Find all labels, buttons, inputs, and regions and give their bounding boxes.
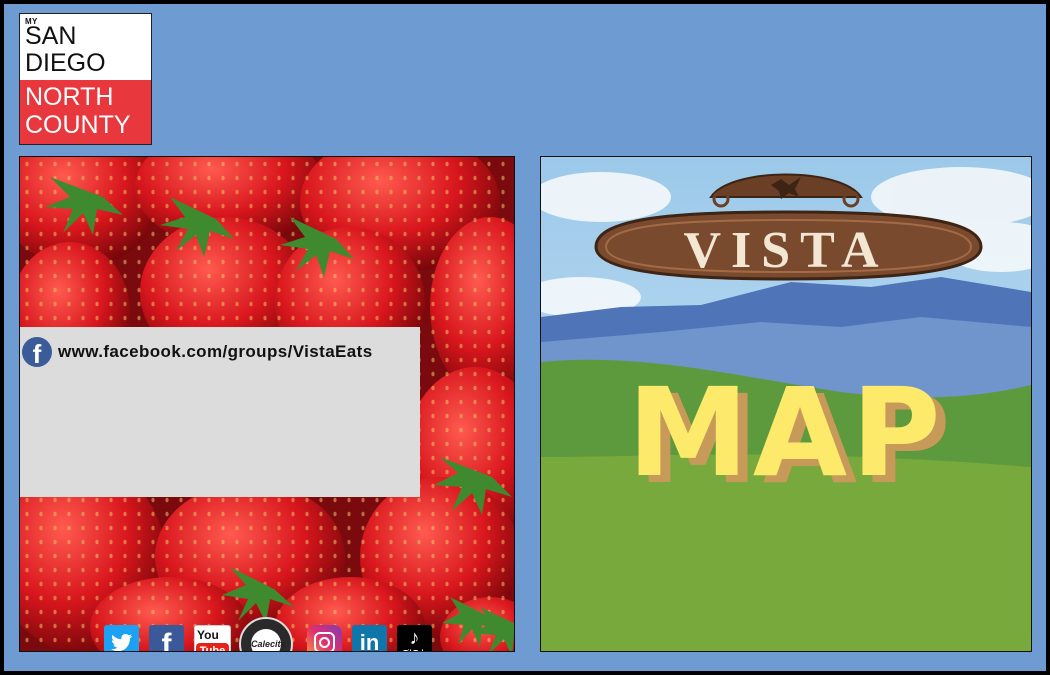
linkedin-icon[interactable]: in: [352, 625, 387, 651]
strawberry-panel: f www.facebook.com/groups/VistaEats f Yo…: [19, 156, 515, 652]
tiktok-icon[interactable]: ♪ TikTok: [397, 625, 432, 651]
twitter-icon[interactable]: [104, 625, 139, 651]
logo-san-text: SAN: [25, 22, 77, 50]
logo-diego-text: DIEGO: [25, 49, 106, 77]
logo-county-text: COUNTY: [25, 111, 131, 139]
my-san-diego-north-county-logo: MY SAN DIEGO NORTH COUNTY: [19, 13, 152, 145]
facebook-info-box: f www.facebook.com/groups/VistaEats: [20, 327, 420, 497]
vista-banner-text: VISTA: [683, 222, 888, 279]
youtube-icon[interactable]: You Tube: [194, 625, 231, 651]
map-title-text: MAP: [627, 362, 944, 504]
vista-map-illustration: VISTA MAP MAP: [541, 157, 1031, 651]
instagram-icon[interactable]: [307, 625, 342, 651]
vista-map-panel[interactable]: VISTA MAP MAP: [540, 156, 1032, 652]
logo-north-text: NORTH: [25, 83, 114, 111]
page-frame: MY SAN DIEGO NORTH COUNTY f www.facebook…: [4, 4, 1046, 671]
facebook-square-icon[interactable]: f: [149, 625, 184, 651]
facebook-icon[interactable]: f: [22, 337, 52, 367]
facebook-group-link[interactable]: www.facebook.com/groups/VistaEats: [58, 342, 373, 362]
